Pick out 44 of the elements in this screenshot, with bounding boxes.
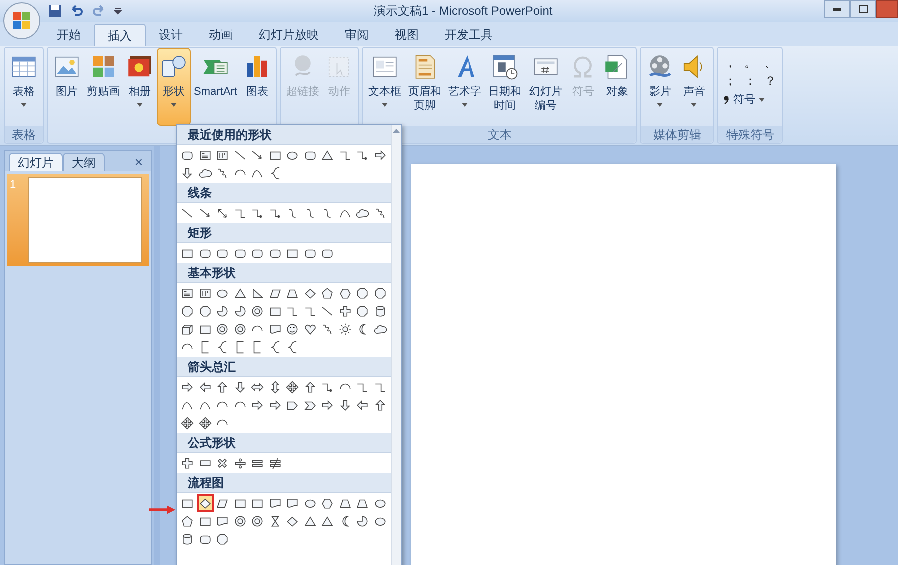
ribbon-tab[interactable]: 开始 [44, 24, 94, 46]
symbol-button[interactable]: ， [724, 56, 736, 70]
ribbon-button[interactable]: 影片 [643, 48, 678, 126]
ribbon-tab[interactable]: 动画 [196, 24, 246, 46]
group-label: 媒体剪辑 [653, 128, 702, 140]
ribbon-button[interactable]: 剪贴画 [84, 48, 123, 126]
section-header: 基本形状 [177, 263, 392, 283]
ribbon-button[interactable]: 幻灯片编号 [525, 48, 566, 126]
ribbon-button[interactable]: 声音 [677, 48, 712, 126]
slide-number: 1 [10, 178, 18, 193]
group-label: 表格 [12, 128, 36, 140]
ribbon-button[interactable]: 对象 [600, 48, 634, 126]
ribbon-button[interactable]: 日期和时间 [484, 48, 526, 126]
close-pane-button[interactable]: × [134, 153, 143, 171]
symbol-button[interactable]: 。 [744, 56, 756, 70]
section-header: 箭头总汇 [177, 357, 392, 377]
window-title: 演示文稿1 - Microsoft PowerPoint [374, 3, 553, 20]
section-header: 最近使用的形状 [177, 125, 392, 145]
ribbon-tab[interactable]: 审阅 [332, 24, 382, 46]
panel-tab[interactable]: 幻灯片 [9, 153, 63, 171]
ribbon-button[interactable]: 图片 [50, 48, 84, 126]
ribbon-tab[interactable]: 幻灯片放映 [246, 24, 332, 46]
ribbon-tab[interactable]: 设计 [146, 24, 196, 46]
ribbon-button[interactable]: 表格 [7, 48, 41, 126]
section-header: 线条 [177, 183, 392, 203]
panel-tab[interactable]: 大纲 [63, 153, 105, 171]
group-label: 文本 [488, 128, 512, 140]
symbol-button[interactable]: 、 [764, 56, 776, 70]
ribbon-tab[interactable]: 开发工具 [432, 24, 506, 46]
section-header: 流程图 [177, 473, 392, 493]
symbol-button[interactable]: ？ [764, 74, 776, 88]
group-label: 特殊符号 [726, 128, 774, 140]
ribbon-button[interactable]: 艺术字 [445, 48, 484, 126]
ribbon-button[interactable]: 页眉和页脚 [404, 48, 446, 126]
ribbon-button[interactable]: 形状 [157, 48, 191, 126]
ribbon-button[interactable]: 相册 [123, 48, 157, 126]
symbol-button[interactable]: ： [744, 74, 756, 88]
section-header: 矩形 [177, 223, 392, 243]
ribbon-tab[interactable]: 视图 [382, 24, 432, 46]
section-header: 公式形状 [177, 433, 392, 453]
ribbon-button[interactable]: 图表 [240, 48, 274, 126]
symbol-menu-button[interactable]: 符号 [724, 92, 776, 108]
ribbon-tab[interactable]: 插入 [94, 24, 146, 46]
symbol-button[interactable]: ； [724, 74, 736, 88]
